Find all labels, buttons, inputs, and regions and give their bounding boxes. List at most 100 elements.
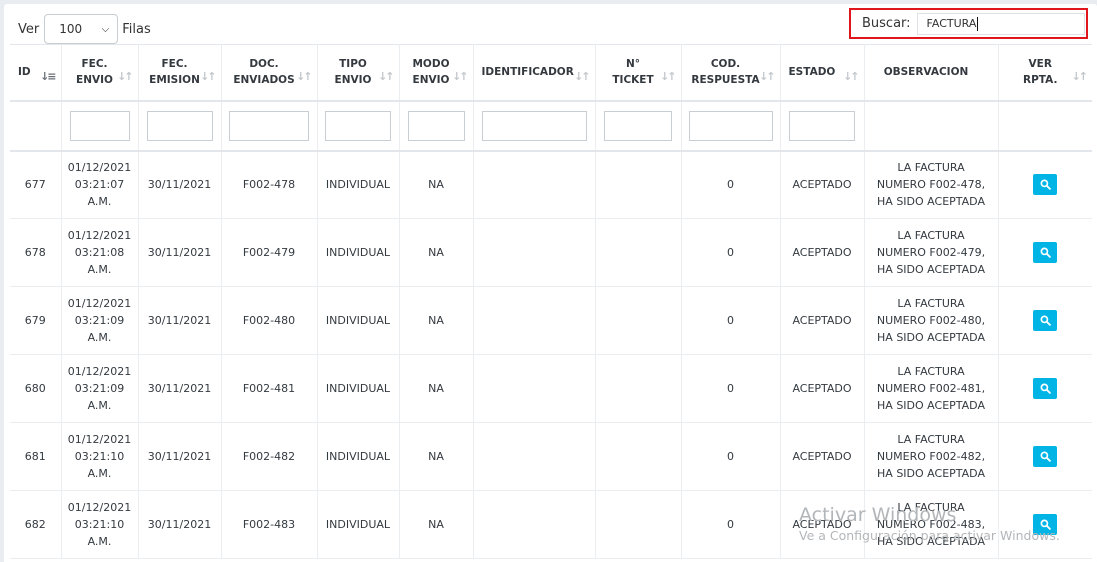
sort-icon[interactable]: ↓↑: [574, 69, 591, 85]
column-header-fec-envio[interactable]: FEC. ENVIO ↓↑: [61, 44, 139, 102]
sort-icon[interactable]: ↓↑: [200, 69, 217, 85]
cell-observacion-line: HA SIDO ACEPTADA: [877, 195, 985, 209]
cell-ver-rpta: [998, 218, 1092, 287]
search-value: FACTURA: [926, 17, 977, 30]
cell-ver-rpta: [998, 286, 1092, 355]
filter-input-doc-enviados[interactable]: [229, 110, 309, 141]
cell-ticket: [595, 354, 682, 423]
cell-observacion-line: NUMERO F002-480,: [876, 314, 986, 327]
column-header-modo-envio[interactable]: MODO ENVIO ↓↑: [399, 44, 474, 102]
sort-icon[interactable]: ↓↑: [117, 69, 134, 85]
cell-identificador: [473, 218, 596, 287]
search-icon: [1040, 315, 1051, 326]
column-header-tipo-envio[interactable]: TIPO ENVIO ↓↑: [317, 44, 400, 102]
column-header-estado[interactable]: ESTADO ↓↑: [780, 44, 865, 102]
sort-icon[interactable]: ↓↑: [1072, 69, 1089, 85]
cell-observacion-line: NUMERO F002-482,: [876, 450, 986, 463]
view-response-button[interactable]: [1033, 174, 1058, 196]
sort-icon[interactable]: ↓↑: [759, 69, 776, 85]
cell-observacion-line: HA SIDO ACEPTADA: [877, 331, 985, 344]
filter-input-estado[interactable]: [789, 110, 855, 141]
sort-icon[interactable]: ↓↑: [296, 69, 313, 85]
column-header-cod-respuesta[interactable]: COD. RESPUESTA ↓↑: [681, 44, 781, 102]
column-header-label: DOC.: [249, 58, 279, 71]
cell-observacion-line: NUMERO F002-478,: [876, 178, 986, 192]
cell-fec-envio-line: A.M.: [87, 195, 112, 209]
sort-icon[interactable]: ↓↑: [452, 69, 469, 85]
cell-fec-emision: 30/11/2021: [138, 354, 222, 423]
cell-fec-envio-line: A.M.: [87, 399, 112, 412]
search-icon: [1040, 383, 1051, 394]
column-header-label-line2: TICKET: [612, 74, 654, 87]
page-length-value: 100: [59, 22, 83, 36]
column-header-fec-emision[interactable]: FEC. EMISION ↓↑: [138, 44, 222, 102]
search-icon: [1040, 179, 1051, 191]
cell-observacion: LA FACTURA NUMERO F002-478, HA SIDO ACEPTA…: [864, 150, 999, 219]
column-header-label: ESTADO: [788, 66, 836, 79]
view-response-button[interactable]: [1033, 242, 1058, 263]
cell-id: 678: [10, 218, 62, 287]
cell-tipo-envio: INDIVIDUAL: [317, 354, 400, 423]
cell-estado: ACEPTADO: [780, 490, 865, 559]
table-row: 678 01/12/2021 03:21:08 A.M. 30/11/2021 F002-…: [10, 218, 1092, 287]
filter-input-cod-respuesta[interactable]: [688, 110, 773, 141]
column-header-label: COD.: [710, 58, 741, 71]
column-header-ticket[interactable]: N° TICKET ↓↑: [595, 44, 682, 102]
cell-fec-envio: 01/12/2021 03:21:07 A.M.: [61, 150, 139, 219]
cell-fec-envio-line: 03:21:10: [74, 518, 125, 531]
cell-observacion-line: HA SIDO ACEPTADA: [877, 535, 985, 548]
search-icon: [1040, 451, 1051, 462]
cell-cod-respuesta: 0: [681, 218, 781, 287]
filter-input-modo-envio[interactable]: [407, 110, 465, 141]
column-header-observacion: OBSERVACION: [864, 44, 999, 102]
page-length-select[interactable]: 100 ⌵: [44, 14, 119, 44]
column-header-label: TIPO: [339, 58, 367, 71]
filter-input-identificador[interactable]: [481, 110, 587, 141]
view-response-button[interactable]: [1033, 514, 1058, 535]
sort-icon[interactable]: ↓↑: [660, 69, 677, 85]
table-row: 681 01/12/2021 03:21:10 A.M. 30/11/2021 F002-…: [10, 422, 1092, 491]
sort-ascending-icon[interactable]: ↓≡: [40, 69, 57, 85]
filter-input-fec-emision[interactable]: [146, 110, 213, 141]
column-header-ver-rpta[interactable]: VER RPTA. ↓↑: [998, 44, 1092, 102]
page-length-control: Ver 100 ⌵ Filas: [18, 14, 151, 44]
cell-fec-envio-line: 01/12/2021: [67, 433, 132, 446]
view-response-button[interactable]: [1033, 446, 1058, 467]
cell-fec-emision: 30/11/2021: [138, 286, 222, 355]
sort-icon[interactable]: ↓↑: [843, 69, 860, 85]
filter-cell-ticket: [595, 100, 682, 152]
column-header-id[interactable]: ID ↓≡: [10, 44, 62, 102]
column-header-label-line2: EMISION: [149, 74, 200, 87]
column-header-label: N°: [625, 58, 641, 71]
cell-observacion-line: LA FACTURA: [897, 433, 965, 446]
filter-input-tipo-envio[interactable]: [325, 110, 391, 141]
search-input[interactable]: FACTURA: [916, 12, 1085, 35]
column-header-label-line2: ENVIO: [412, 74, 450, 87]
column-header-label-line2: RPTA.: [1023, 74, 1058, 87]
cell-fec-envio-line: 01/12/2021: [67, 297, 132, 310]
cell-doc-enviados: F002-482: [221, 422, 318, 491]
view-response-button[interactable]: [1033, 378, 1058, 399]
cell-cod-respuesta: 0: [681, 490, 781, 559]
view-response-button[interactable]: [1033, 310, 1058, 331]
cell-doc-enviados: F002-478: [221, 150, 318, 219]
cell-identificador: [473, 354, 596, 423]
search-icon: [1040, 247, 1051, 258]
cell-fec-emision: 30/11/2021: [138, 422, 222, 491]
chevron-down-icon: ⌵: [101, 23, 110, 35]
filter-input-ticket[interactable]: [604, 110, 672, 141]
column-header-label: OBSERVACION: [883, 66, 969, 79]
filter-input-fec-envio[interactable]: [69, 110, 130, 141]
data-table-wrapper: ID ↓≡ FEC. ENVIO ↓↑ FEC. EMISION ↓↑ DOC. ENVIADOS…: [10, 44, 1092, 559]
cell-fec-envio-line: 01/12/2021: [67, 161, 132, 175]
cell-ticket: [595, 150, 682, 219]
cell-fec-envio-line: 03:21:07: [74, 178, 125, 192]
filter-cell-tipo-envio: [317, 100, 400, 152]
cell-fec-emision: 30/11/2021: [138, 490, 222, 559]
column-header-identificador[interactable]: IDENTIFICADOR ↓↑: [473, 44, 596, 102]
column-header-doc-enviados[interactable]: DOC. ENVIADOS ↓↑: [221, 44, 318, 102]
filter-cell-fec-envio: [61, 100, 139, 152]
sort-icon[interactable]: ↓↑: [378, 69, 395, 85]
cell-observacion-line: LA FACTURA: [897, 365, 965, 378]
cell-tipo-envio: INDIVIDUAL: [317, 490, 400, 559]
